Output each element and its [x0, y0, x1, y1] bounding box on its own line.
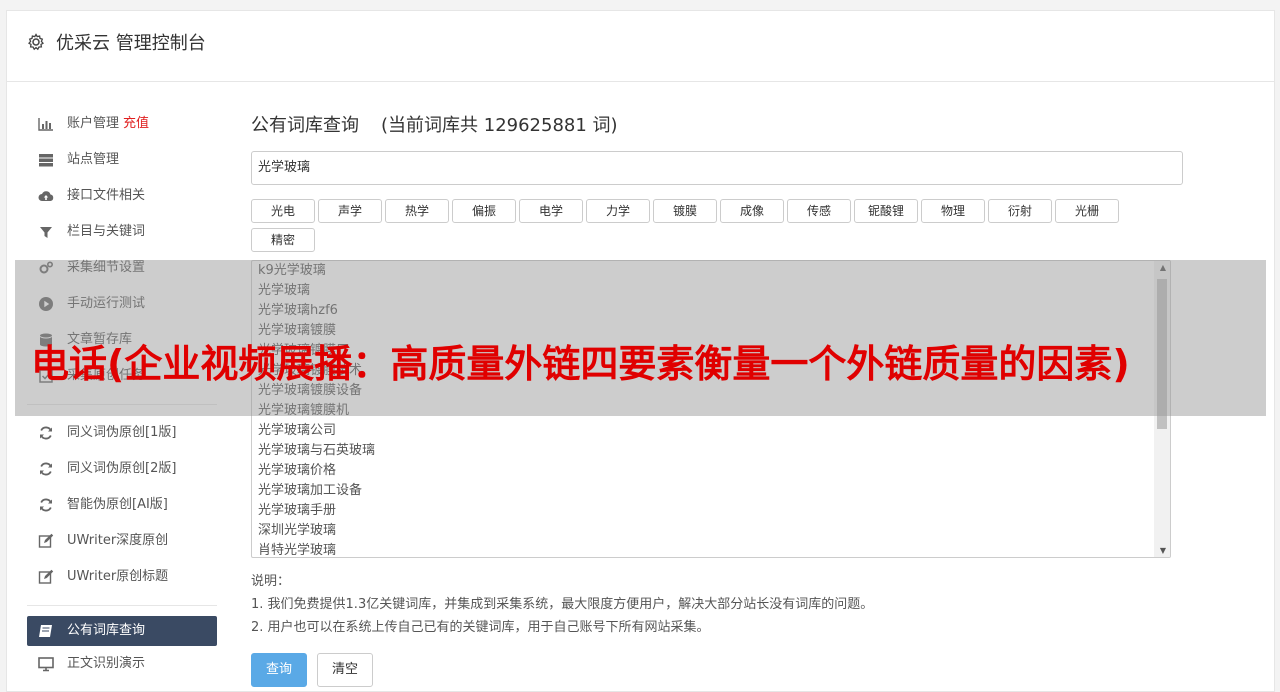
sidebar-item-synonym-v2[interactable]: 同义词伪原创[2版]: [27, 451, 217, 487]
page-title-text: 公有词库查询: [251, 115, 359, 136]
sidebar-item-label: UWriter原创标题: [67, 569, 169, 584]
sidebar-divider: [27, 605, 217, 606]
refresh-icon: [40, 462, 52, 476]
page-title: 公有词库查询 (当前词库共 129625881 词): [251, 109, 1181, 143]
note-line: 2. 用户也可以在系统上传自己已有的关键词库，用于自己账号下所有网站采集。: [251, 620, 710, 635]
header: 优采云 管理控制台: [7, 11, 1274, 82]
headline-overlay: 电话(企业视频展播：高质量外链四要素衡量一个外链质量的因素): [15, 260, 1266, 416]
sidebar-item-text-recognition[interactable]: 正文识别演示: [27, 646, 217, 682]
notes: 说明： 1. 我们免费提供1.3亿关键词库，并集成到采集系统，最大限度方便用户，…: [251, 570, 1181, 639]
sidebar-item-uwriter-title[interactable]: UWriter原创标题: [27, 559, 217, 595]
monitor-icon: [38, 657, 54, 672]
cloud-upload-icon: [38, 191, 54, 201]
refresh-icon: [40, 426, 52, 440]
tag-button[interactable]: 光电: [251, 199, 315, 223]
tag-button[interactable]: 热学: [385, 199, 449, 223]
sidebar-item-label: 智能伪原创[AI版]: [67, 497, 168, 512]
headline-text: 电话(企业视频展播：高质量外链四要素衡量一个外链质量的因素): [31, 342, 1130, 386]
sidebar-item-label: 站点管理: [67, 152, 120, 167]
tag-button[interactable]: 声学: [318, 199, 382, 223]
recharge-link[interactable]: 充值: [123, 116, 149, 131]
scroll-down-arrow-icon[interactable]: ▼: [1160, 546, 1166, 555]
search-input[interactable]: 光学玻璃: [251, 151, 1183, 185]
sidebar-item-public-lexicon[interactable]: 公有词库查询: [27, 616, 217, 646]
console-title: 优采云 管理控制台: [56, 33, 206, 54]
note-line: 1. 我们免费提供1.3亿关键词库，并集成到采集系统，最大限度方便用户，解决大部…: [251, 597, 874, 612]
bar-chart-icon: [38, 118, 53, 131]
notes-title: 说明：: [251, 574, 291, 589]
edit-icon: [38, 569, 54, 584]
list-item[interactable]: 深圳光学玻璃: [252, 521, 1170, 541]
tag-button[interactable]: 镀膜: [653, 199, 717, 223]
book-icon: [39, 625, 52, 637]
list-item[interactable]: 光学玻璃加工设备: [252, 481, 1170, 501]
sidebar-item-label: 接口文件相关: [67, 188, 146, 203]
edit-icon: [38, 533, 54, 548]
list-item[interactable]: 光学玻璃与石英玻璃: [252, 441, 1170, 461]
tag-button[interactable]: 物理: [921, 199, 985, 223]
list-item[interactable]: 光学玻璃公司: [252, 421, 1170, 441]
sidebar-item-sites[interactable]: 站点管理: [27, 142, 217, 178]
sidebar-item-label: 账户管理: [67, 116, 120, 131]
tag-button[interactable]: 成像: [720, 199, 784, 223]
sidebar-item-label: 正文识别演示: [67, 656, 146, 671]
tag-button[interactable]: 力学: [586, 199, 650, 223]
sidebar-item-label: 同义词伪原创[1版]: [67, 425, 177, 440]
tag-list: 光电 声学 热学 偏振 电学 力学 镀膜 成像 传感 铌酸锂 物理 衍射 光栅精密: [251, 199, 1181, 257]
refresh-icon: [40, 498, 52, 512]
tag-button[interactable]: 偏振: [452, 199, 516, 223]
gear-icon: [28, 33, 44, 51]
action-buttons: 查询 清空: [251, 653, 1181, 687]
sidebar-item-label: 同义词伪原创[2版]: [67, 461, 177, 476]
sidebar-item-columns-keywords[interactable]: 栏目与关键词: [27, 214, 217, 250]
tag-button[interactable]: 衍射: [988, 199, 1052, 223]
sidebar-item-synonym-v1[interactable]: 同义词伪原创[1版]: [27, 415, 217, 451]
tag-button[interactable]: 光栅: [1055, 199, 1119, 223]
sidebar-item-label: 公有词库查询: [67, 623, 146, 638]
lexicon-count: (当前词库共 129625881 词): [381, 115, 618, 136]
server-icon: [39, 154, 53, 167]
tag-button[interactable]: 精密: [251, 228, 315, 252]
tag-button[interactable]: 电学: [519, 199, 583, 223]
filter-icon: [40, 227, 52, 238]
query-button[interactable]: 查询: [251, 653, 307, 687]
sidebar-item-label: 栏目与关键词: [67, 224, 146, 239]
tag-button[interactable]: 传感: [787, 199, 851, 223]
list-item[interactable]: 光学玻璃价格: [252, 461, 1170, 481]
sidebar-item-interface-files[interactable]: 接口文件相关: [27, 178, 217, 214]
sidebar-item-account[interactable]: 账户管理 充值: [27, 106, 217, 142]
clear-button[interactable]: 清空: [317, 653, 373, 687]
sidebar-item-smart-rewrite[interactable]: 智能伪原创[AI版]: [27, 487, 217, 523]
sidebar-item-label: UWriter深度原创: [67, 533, 169, 548]
tag-button[interactable]: 铌酸锂: [854, 199, 918, 223]
sidebar-item-uwriter-deep[interactable]: UWriter深度原创: [27, 523, 217, 559]
list-item[interactable]: 光学玻璃手册: [252, 501, 1170, 521]
list-item[interactable]: 肖特光学玻璃: [252, 541, 1170, 557]
